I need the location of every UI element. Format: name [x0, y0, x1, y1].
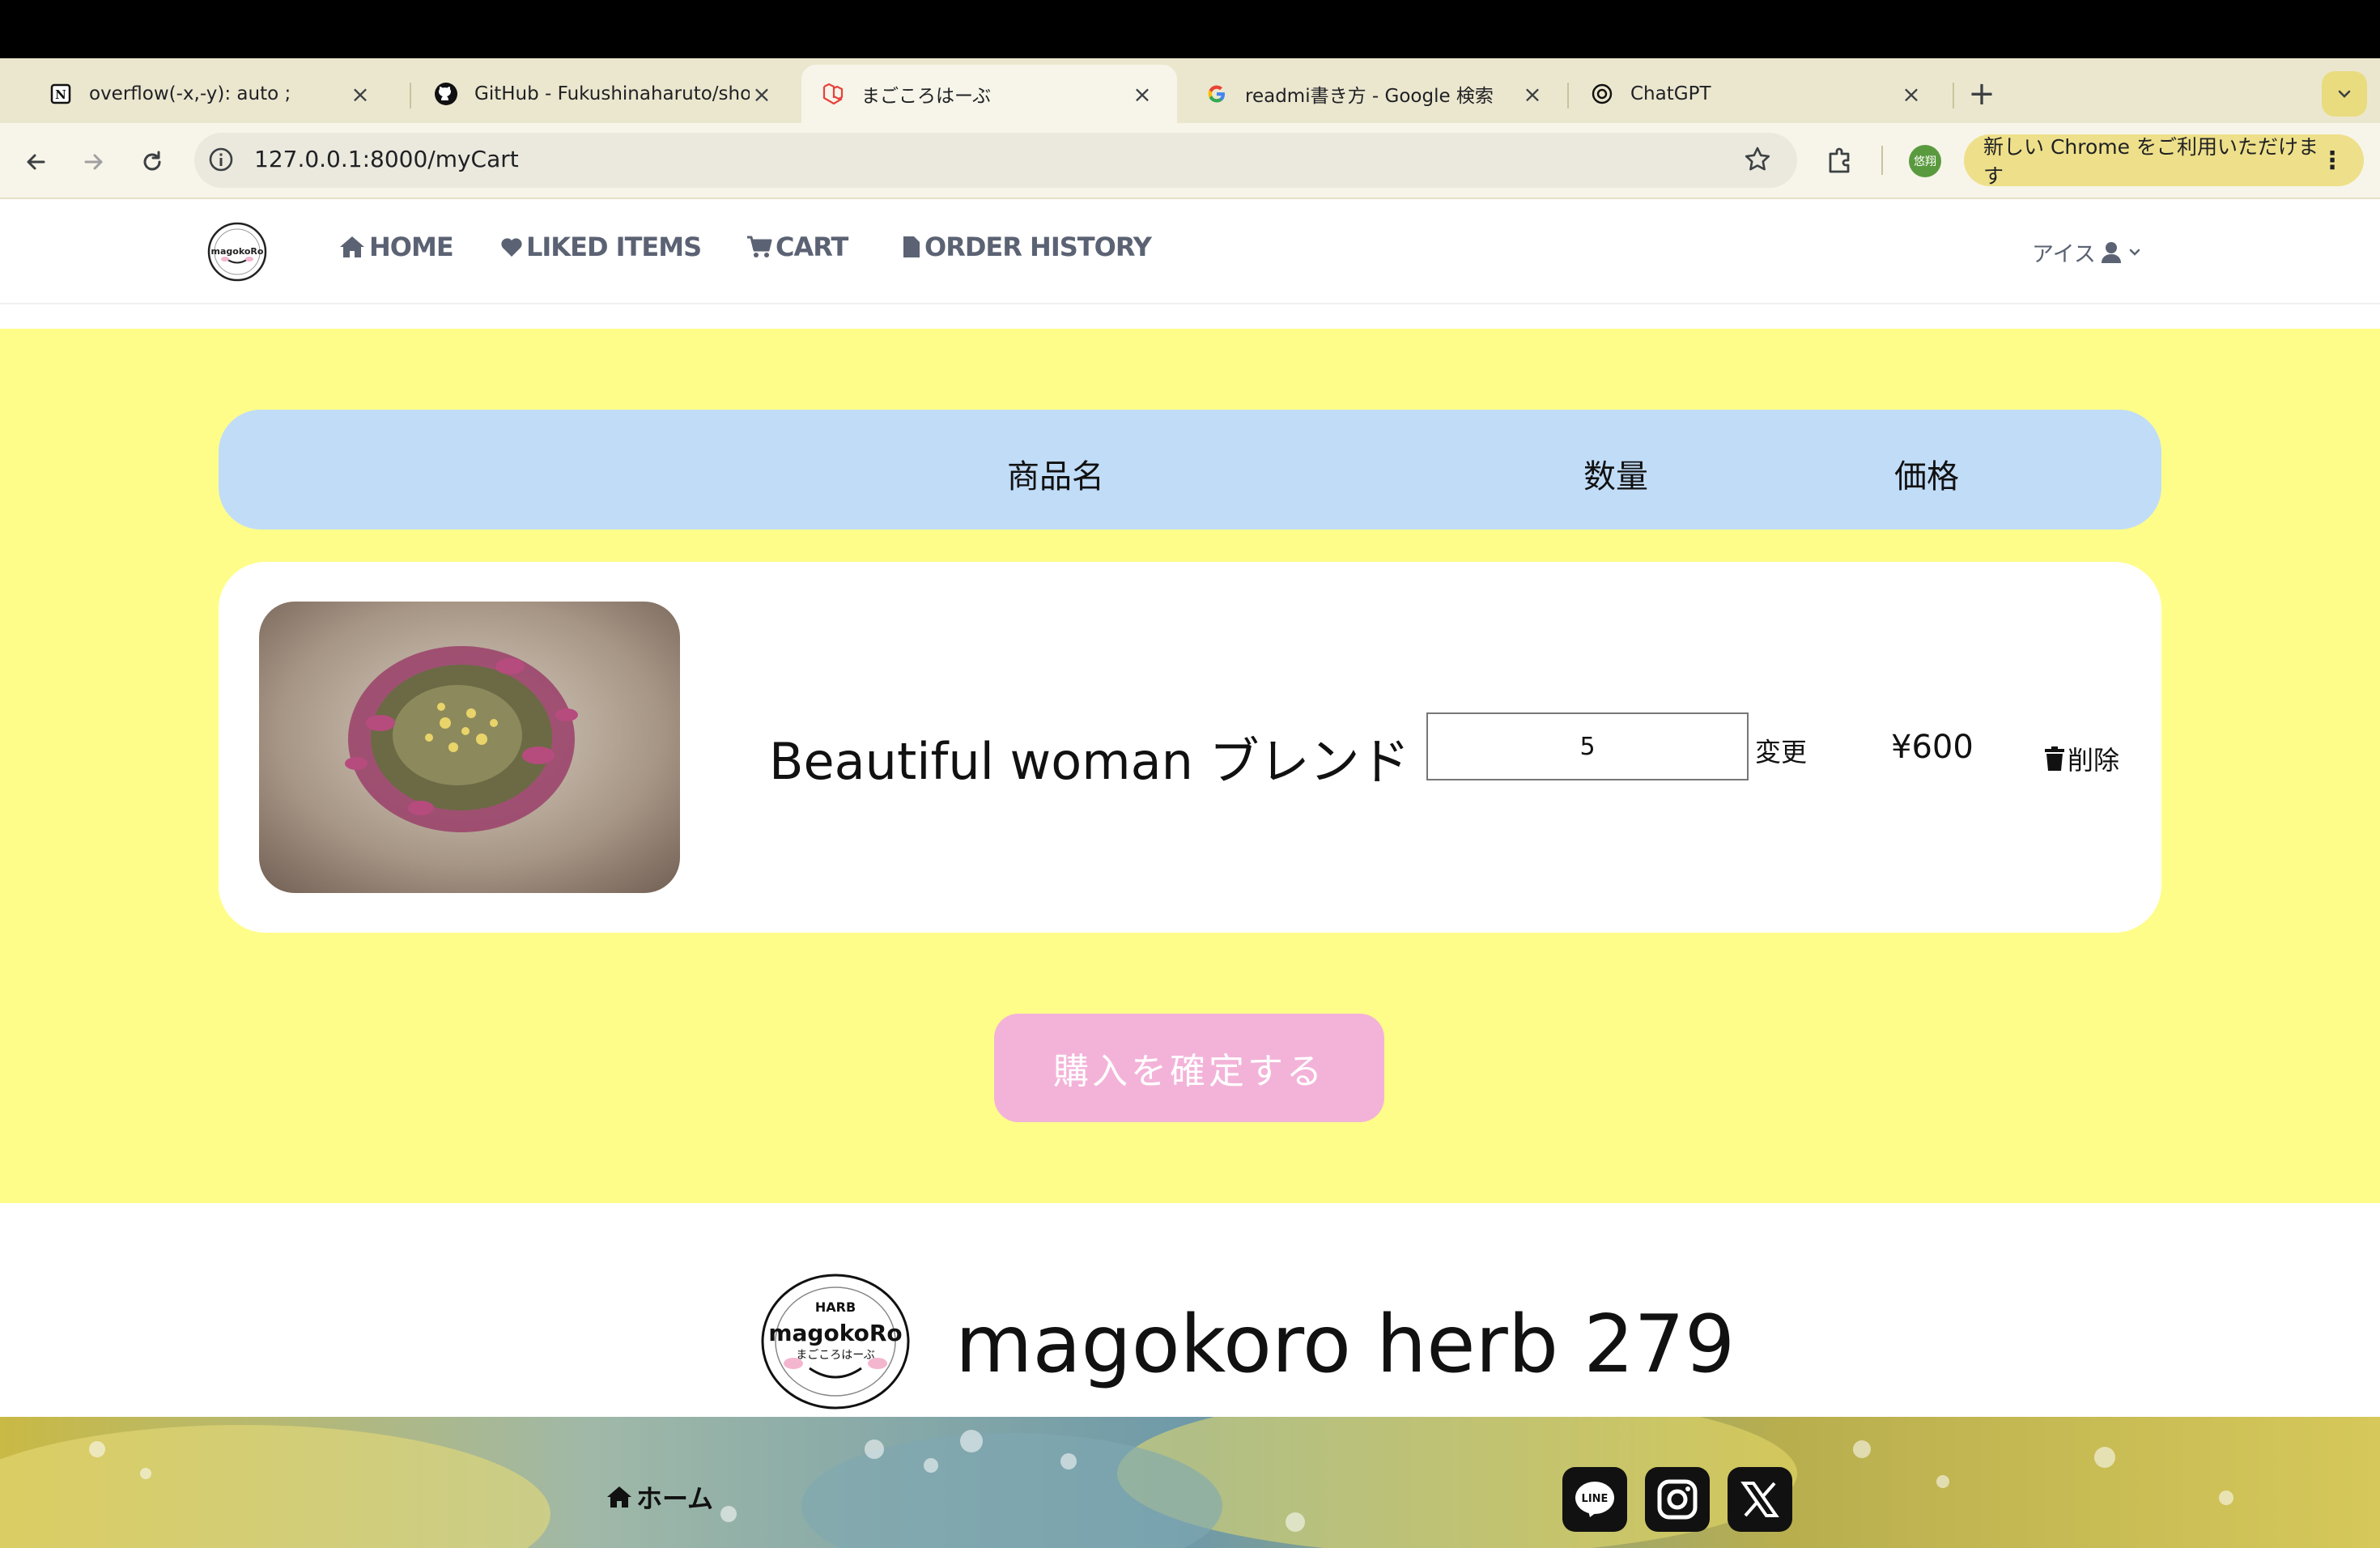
x-icon[interactable]	[1728, 1467, 1792, 1532]
footer-logo-main: magokoRo	[768, 1320, 902, 1346]
browser-tab-2[interactable]: GitHub - Fukushinaharuto/sho ×	[414, 65, 797, 123]
tab-title: overflow(-x,-y): auto ;	[89, 83, 291, 104]
nav-home[interactable]: HOME	[338, 232, 454, 262]
chrome-update-text: 新しい Chrome をご利用いただけます	[1983, 135, 2318, 188]
close-icon[interactable]: ×	[1899, 81, 1923, 108]
header-quantity: 数量	[1583, 458, 1648, 495]
browser-tab-3-active[interactable]: まごころはーぶ ×	[801, 65, 1177, 123]
header-price: 価格	[1894, 458, 1959, 495]
tab-title: readmi書き方 - Google 検索	[1245, 86, 1494, 107]
screen-top-bar	[0, 0, 2380, 58]
footer-logo-top: HARB	[815, 1299, 856, 1315]
heart-icon	[501, 238, 522, 257]
footer-logo-sub: まごころはーぶ	[796, 1349, 874, 1362]
site-info-icon[interactable]	[207, 146, 235, 173]
notion-icon: N	[49, 82, 73, 106]
cart-item-name: Beautiful woman ブレンド	[769, 732, 1410, 791]
line-icon[interactable]: LINE	[1562, 1467, 1627, 1532]
home-icon	[607, 1486, 631, 1508]
close-icon[interactable]: ×	[1130, 81, 1154, 108]
footer-brand-name: magokoro herb 279	[955, 1299, 1736, 1391]
toolbar-separator	[1881, 146, 1883, 175]
change-quantity-button[interactable]: 変更	[1755, 732, 1807, 769]
footer-links-area	[0, 1417, 2380, 1548]
laravel-icon	[821, 82, 845, 106]
reload-icon	[143, 151, 161, 171]
chevron-down-icon	[2129, 249, 2140, 256]
footer-logo: HARB magokoRo まごころはーぶ	[761, 1273, 910, 1410]
back-button[interactable]	[16, 142, 55, 181]
close-icon[interactable]: ×	[750, 81, 774, 108]
tab-separator	[1567, 83, 1569, 108]
svg-text:N: N	[55, 87, 66, 102]
logo-text: magokoRo	[211, 246, 264, 257]
nav-liked-items[interactable]: LIKED ITEMS	[500, 232, 702, 262]
site-logo[interactable]: magokoRo	[207, 222, 267, 282]
close-icon[interactable]: ×	[1520, 81, 1545, 108]
user-name: アイス	[2032, 242, 2096, 267]
extensions-puzzle-icon[interactable]	[1823, 142, 1859, 178]
user-icon	[2101, 241, 2121, 263]
cart-header-bar	[219, 410, 2161, 529]
nav-liked-label: LIKED ITEMS	[526, 232, 702, 262]
browser-tab-4[interactable]: readmi書き方 - Google 検索 ×	[1185, 65, 1567, 123]
tab-title: まごころはーぶ	[861, 86, 992, 107]
footer-home-label: ホーム	[636, 1483, 714, 1514]
tab-separator	[1953, 83, 1954, 108]
reload-button[interactable]	[133, 142, 172, 181]
quantity-input[interactable]	[1426, 712, 1749, 780]
more-vert-icon[interactable]: ⋮	[2320, 147, 2344, 175]
browser-tab-strip: N overflow(-x,-y): auto ; × GitHub - Fuk…	[0, 58, 2380, 123]
bookmark-star-icon[interactable]	[1742, 144, 1773, 175]
nav-history-label: ORDER HISTORY	[924, 232, 1152, 262]
chatgpt-icon	[1590, 82, 1614, 106]
chevron-down-icon	[2338, 90, 2351, 98]
github-icon	[434, 82, 458, 106]
confirm-purchase-button[interactable]: 購入を確定する	[994, 1014, 1384, 1122]
tab-title: GitHub - Fukushinaharuto/sho	[474, 83, 750, 104]
arrow-left-icon	[27, 154, 45, 170]
home-icon	[340, 236, 364, 257]
nav-cart[interactable]: CART	[746, 232, 848, 262]
profile-avatar[interactable]: 悠翔	[1909, 145, 1941, 177]
cart-icon	[747, 236, 772, 257]
header-product-name: 商品名	[1007, 458, 1104, 495]
nav-order-history[interactable]: ORDER HISTORY	[902, 232, 1152, 262]
chrome-update-banner[interactable]: 新しい Chrome をご利用いただけます ⋮	[1964, 134, 2364, 188]
url-text[interactable]: 127.0.0.1:8000/myCart	[254, 146, 519, 172]
cart-item-price: ¥600	[1891, 729, 1974, 766]
nav-home-label: HOME	[369, 232, 454, 262]
close-icon[interactable]: ×	[348, 81, 372, 108]
delete-label: 削除	[2068, 745, 2120, 776]
trash-icon	[2045, 746, 2064, 771]
tab-separator	[410, 83, 411, 108]
file-icon	[903, 236, 920, 257]
instagram-icon[interactable]	[1645, 1467, 1710, 1532]
nav-cart-label: CART	[776, 232, 848, 262]
line-label: LINE	[1582, 1493, 1609, 1505]
browser-tab-5[interactable]: ChatGPT ×	[1570, 65, 1946, 123]
user-menu[interactable]: アイス	[2032, 236, 2143, 268]
tab-title: ChatGPT	[1630, 83, 1711, 104]
browser-tab-1[interactable]: N overflow(-x,-y): auto ; ×	[29, 65, 395, 123]
new-tab-button[interactable]: +	[1959, 71, 2004, 117]
google-icon	[1205, 82, 1229, 106]
forward-button[interactable]	[74, 142, 113, 181]
tab-search-button[interactable]	[2322, 71, 2367, 117]
delete-item-button[interactable]: 削除	[2043, 740, 2119, 777]
arrow-right-icon	[84, 154, 103, 170]
footer-home-link[interactable]: ホーム	[606, 1478, 713, 1516]
product-image	[259, 602, 680, 893]
